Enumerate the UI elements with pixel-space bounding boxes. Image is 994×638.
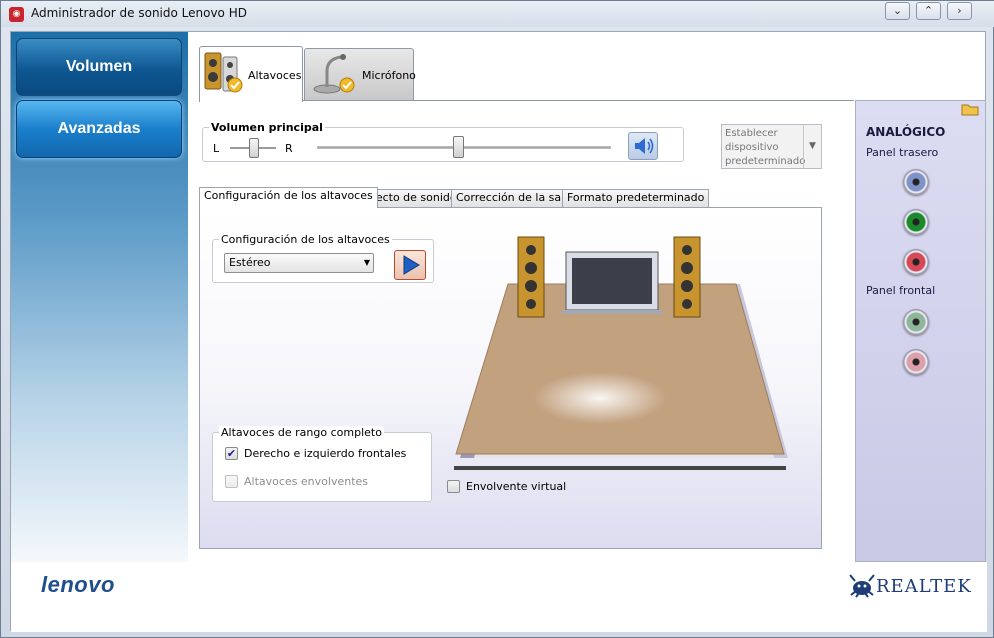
front-panel-label: Panel frontal [866, 284, 936, 297]
tab-speaker-configuration[interactable]: Configuración de los altavoces [199, 187, 378, 208]
chevron-down-icon: ▼ [803, 125, 821, 168]
mute-button[interactable] [628, 132, 658, 160]
maximize-button[interactable]: ⌃ [916, 2, 941, 20]
surround-speakers-label: Altavoces envolventes [244, 475, 369, 488]
app-icon: ◉ [9, 7, 24, 22]
full-range-group: Altavoces de rango completo ✔ Derecho e … [212, 426, 432, 502]
speaker-config-select[interactable]: Estéreo ▼ [224, 253, 374, 273]
realtek-logo: REALTEK [876, 576, 972, 597]
microphone-icon [313, 54, 355, 94]
front-lr-checkbox[interactable]: ✔ [225, 447, 238, 460]
main-volume-title: Volumen principal [209, 121, 325, 134]
window-title: Administrador de sonido Lenovo HD [31, 6, 247, 20]
tab-speakers[interactable]: Altavoces [199, 46, 303, 102]
nav-advanced-button[interactable]: Avanzadas [16, 100, 182, 158]
room-illustration [454, 236, 788, 470]
realtek-crab-icon [849, 574, 875, 598]
balance-left-label: L [213, 142, 220, 155]
speakers-content: Volumen principal L R Establecer disposi… [199, 100, 854, 562]
rear-green-jack[interactable] [903, 209, 929, 235]
footer [11, 562, 987, 632]
speaker-config-group: Configuración de los altavoces Estéreo ▼ [212, 233, 434, 283]
test-play-button[interactable] [394, 250, 426, 280]
folder-icon[interactable] [961, 102, 979, 116]
virtual-surround-label: Envolvente virtual [466, 480, 567, 493]
left-navigation: Volumen Avanzadas [11, 32, 188, 562]
analog-title: ANALÓGICO [866, 125, 946, 139]
main-volume-group: Volumen principal L R [202, 121, 684, 162]
left-tower-speaker [517, 236, 545, 318]
surround-speakers-checkbox [225, 475, 238, 488]
tab-speakers-label: Altavoces [248, 69, 302, 82]
front-green-jack[interactable] [903, 309, 929, 335]
monitor-display [562, 251, 662, 314]
speaker-config-value: Estéreo [229, 256, 271, 269]
play-icon [403, 255, 420, 275]
volume-slider-thumb[interactable] [453, 136, 465, 158]
right-tower-speaker [673, 236, 701, 318]
rear-panel-label: Panel trasero [866, 146, 939, 159]
main-area: Altavoces Micrófono Volumen principal L … [189, 32, 854, 562]
balance-right-label: R [285, 142, 293, 155]
tab-room-correction[interactable]: Corrección de la sala [451, 189, 576, 207]
tab-microphone-label: Micrófono [362, 69, 416, 82]
analog-panel: ANALÓGICO Panel trasero Panel frontal [855, 100, 986, 562]
close-button[interactable]: › [947, 2, 972, 20]
balance-slider-thumb[interactable] [249, 138, 259, 158]
rear-blue-jack[interactable] [903, 169, 929, 195]
front-lr-label: Derecho e izquierdo frontales [244, 447, 407, 460]
full-range-title: Altavoces de rango completo [219, 426, 384, 439]
speaker-config-title: Configuración de los altavoces [219, 233, 392, 246]
app-window: ◉ Administrador de sonido Lenovo HD ⌄ ⌃ … [0, 0, 994, 638]
minimize-button[interactable]: ⌄ [885, 2, 910, 20]
front-pink-jack[interactable] [903, 349, 929, 375]
speaker-configuration-panel: Configuración de los altavoces Estéreo ▼ [199, 207, 822, 549]
nav-volume-button[interactable]: Volumen [16, 38, 182, 96]
speaker-icon [204, 52, 243, 93]
lenovo-logo: lenovo [41, 572, 115, 597]
set-default-device-label: Establecer dispositivo predeterminado [725, 128, 806, 167]
rear-red-jack[interactable] [903, 249, 929, 275]
tab-default-format[interactable]: Formato predeterminado [562, 189, 710, 207]
set-default-device-button[interactable]: Establecer dispositivo predeterminado ▼ [721, 124, 822, 169]
title-bar[interactable]: ◉ Administrador de sonido Lenovo HD ⌄ ⌃ … [1, 1, 994, 27]
dropdown-arrow-icon: ▼ [363, 258, 370, 267]
client-area: Volumen Avanzadas Altavoces Micrófono Vo… [10, 31, 987, 632]
virtual-surround-checkbox[interactable] [447, 480, 460, 493]
tab-microphone[interactable]: Micrófono [304, 48, 416, 100]
speaker-volume-icon [635, 138, 654, 154]
